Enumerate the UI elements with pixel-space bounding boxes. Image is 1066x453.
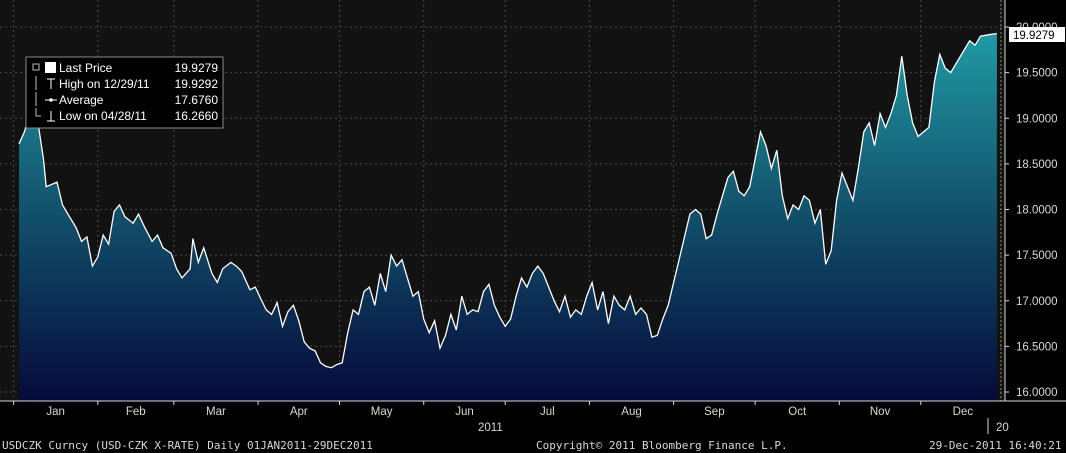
x-tick-label: Feb xyxy=(126,406,146,418)
footer-copyright: Copyright© 2011 Bloomberg Finance L.P. xyxy=(536,439,788,452)
x-tick-label: Jan xyxy=(46,406,65,418)
last-price-tag-text: 19.9279 xyxy=(1013,30,1055,42)
legend-item: Low on 04/28/11 16.2660 xyxy=(35,108,219,123)
y-tick-label: 19.5000 xyxy=(1016,68,1058,80)
y-tick-labels: 16.0000 16.5000 17.0000 17.5000 18.0000 18.50… xyxy=(1005,22,1058,399)
x-tick-label: Apr xyxy=(290,406,308,418)
legend-box: Last Price 19.9279 High on 12/29/11 19.9292… xyxy=(25,56,224,129)
x-tick-label: Jul xyxy=(540,406,555,418)
legend-item-name: Average xyxy=(59,93,104,107)
y-tick-label: 16.0000 xyxy=(1016,387,1058,399)
x-tick-labels: Jan Feb Mar Apr May Jun Jul Aug Sep Oct Nov Dec xyxy=(13,401,974,418)
x-tick-label: Jun xyxy=(455,406,474,418)
x-tick-label: Nov xyxy=(870,406,891,418)
y-tick-label: 17.0000 xyxy=(1016,296,1058,308)
legend-item-value: 17.6760 xyxy=(175,93,219,107)
y-tick-label: 18.0000 xyxy=(1016,205,1058,217)
next-year-label: 20 xyxy=(996,422,1009,434)
legend-item-value: 19.9292 xyxy=(175,77,219,91)
x-tick-label: Oct xyxy=(788,406,807,418)
legend-item-name: Last Price xyxy=(59,61,113,75)
x-tick-label: May xyxy=(371,406,393,418)
y-tick-label: 18.5000 xyxy=(1016,159,1058,171)
legend-item-name: Low on 04/28/11 xyxy=(59,109,147,123)
last-price-tag: 19.9279 xyxy=(1009,27,1065,42)
y-tick-label: 17.5000 xyxy=(1016,250,1058,262)
legend-item-name: High on 12/29/11 xyxy=(59,77,150,91)
legend-item: High on 12/29/11 19.9292 xyxy=(35,76,219,91)
footer-security-info: USDCZK Curncy (USD-CZK X-RATE) Daily 01J… xyxy=(2,439,373,452)
year-label: 2011 xyxy=(478,422,503,434)
legend-item-value: 16.2660 xyxy=(175,109,219,123)
legend-item-value: 19.9279 xyxy=(175,61,219,75)
x-tick-label: Dec xyxy=(953,406,974,418)
x-tick-label: Mar xyxy=(206,406,226,418)
x-tick-label: Aug xyxy=(621,406,641,418)
y-tick-label: 19.0000 xyxy=(1016,113,1058,125)
y-tick-label: 16.5000 xyxy=(1016,341,1058,353)
x-tick-label: Sep xyxy=(704,406,724,418)
usdczk-area-chart: 16.0000 16.5000 17.0000 17.5000 18.0000 18.50… xyxy=(0,0,1066,452)
footer-timestamp: 29-Dec-2011 16:40:21 xyxy=(929,439,1061,452)
